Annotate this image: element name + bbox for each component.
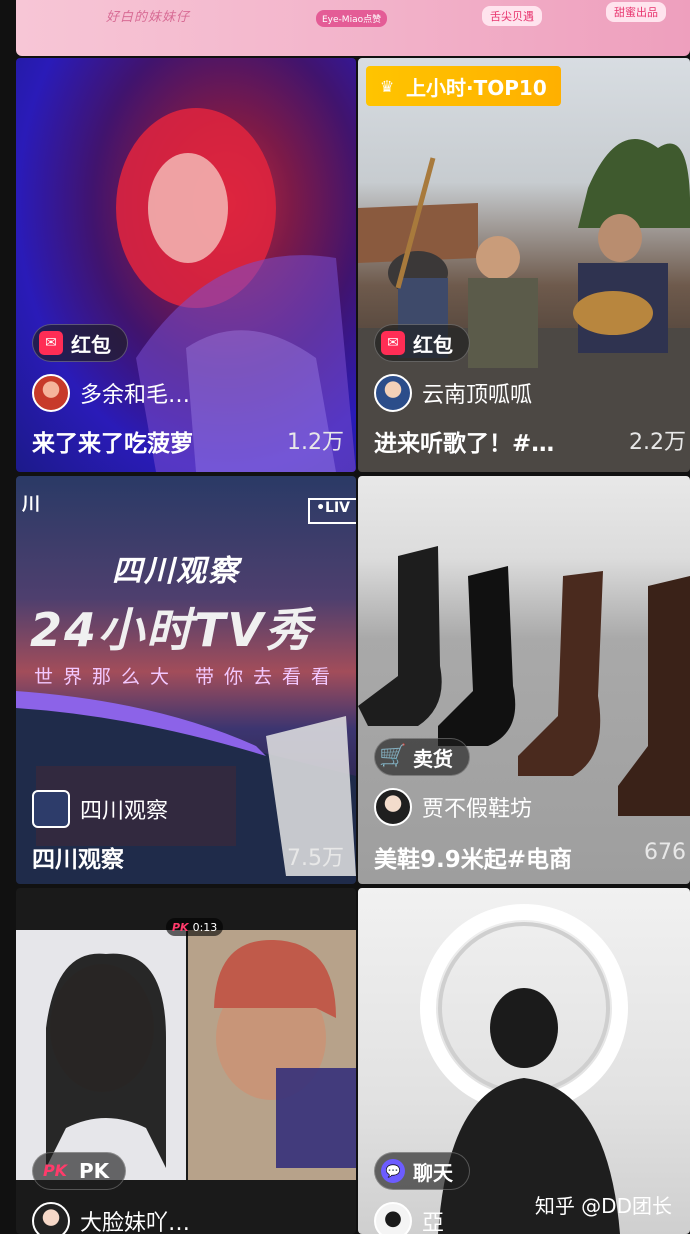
viewer-count: 2.2万 xyxy=(629,430,686,455)
avatar xyxy=(32,374,70,412)
poster-subtitle: 世界那么大 带你去看看 xyxy=(34,666,341,688)
avatar xyxy=(374,374,412,412)
badge: ✉ 红包 xyxy=(374,324,470,362)
streamer-name: 四川观察 xyxy=(80,799,169,824)
streamer-name: 多余和毛… xyxy=(80,383,191,408)
live-card[interactable]: 💬 聊天 亞 xyxy=(358,888,690,1234)
banner-script-text: 好白的妹妹仔 xyxy=(106,10,191,25)
streamer-info[interactable]: 云南顶呱呱 xyxy=(374,374,532,412)
channel-logo: 川 xyxy=(22,494,40,515)
live-card[interactable]: PK 0:13 PK PK 大脸妹吖… xyxy=(16,888,356,1234)
pk-timer-value: 0:13 xyxy=(192,920,218,934)
badge: PK PK xyxy=(32,1152,127,1190)
badge: 🛒 卖货 xyxy=(374,738,470,776)
streamer-info[interactable]: 亞 xyxy=(374,1202,444,1234)
rank-tag: ♛ 上小时·TOP10 xyxy=(366,66,561,106)
live-card[interactable]: 🛒 卖货 贾不假鞋坊 美鞋9.9米起#电商 676 xyxy=(358,476,690,884)
live-title: 四川观察 xyxy=(32,847,124,873)
live-title: 来了来了吃菠萝 xyxy=(32,431,193,457)
streamer-name: 亞 xyxy=(422,1211,445,1234)
avatar xyxy=(32,790,70,828)
watermark: 知乎 @DD团长 xyxy=(534,1194,672,1218)
shopping-cart-icon: 🛒 xyxy=(379,744,407,769)
viewer-count: 676 xyxy=(644,840,686,865)
badge-label: 卖货 xyxy=(413,746,453,771)
banner-tag: Eye-Miao点赞 xyxy=(316,10,388,27)
poster-headline: 四川观察 xyxy=(112,554,240,589)
live-card[interactable]: ✉ 红包 多余和毛… 来了来了吃菠萝 1.2万 xyxy=(16,58,356,472)
top-banner-card[interactable]: 好白的妹妹仔 Eye-Miao点赞 舌尖贝遇 甜蜜出品 xyxy=(16,0,690,56)
avatar xyxy=(374,788,412,826)
live-title: 美鞋9.9米起#电商 xyxy=(374,847,573,873)
avatar xyxy=(32,1202,70,1234)
badge-label: PK xyxy=(79,1159,110,1183)
pk-timer: PK 0:13 xyxy=(166,918,224,936)
streamer-name: 贾不假鞋坊 xyxy=(422,797,533,822)
viewer-count: 1.2万 xyxy=(287,430,344,455)
red-envelope-icon: ✉ xyxy=(381,331,405,355)
live-card[interactable]: ♛ 上小时·TOP10 ✉ 红包 云南顶呱呱 进来听歌了！#… 2.2万 xyxy=(358,58,690,472)
live-title: 进来听歌了！#… xyxy=(374,431,555,457)
pk-icon: PK xyxy=(172,920,189,934)
streamer-info[interactable]: 多余和毛… xyxy=(32,374,190,412)
red-envelope-icon: ✉ xyxy=(39,331,63,355)
streamer-info[interactable]: 贾不假鞋坊 xyxy=(374,788,532,826)
live-indicator: •LIV xyxy=(308,498,356,524)
chat-icon: 💬 xyxy=(381,1159,405,1183)
banner-tag: 舌尖贝遇 xyxy=(482,6,542,26)
live-card[interactable]: •LIV 川 四川观察 24小时TV秀 世界那么大 带你去看看 四川观察 四川观… xyxy=(16,476,356,884)
badge: ✉ 红包 xyxy=(32,324,128,362)
badge-label: 红包 xyxy=(413,332,453,357)
streamer-info[interactable]: 大脸妹吖… xyxy=(32,1202,190,1234)
badge: 💬 聊天 xyxy=(374,1152,470,1190)
pk-icon: PK xyxy=(42,1161,68,1180)
rank-tag-label: 上小时·TOP10 xyxy=(406,75,547,100)
banner-tag: 甜蜜出品 xyxy=(606,2,666,22)
badge-label: 红包 xyxy=(71,332,111,357)
streamer-name: 云南顶呱呱 xyxy=(422,383,533,408)
streamer-info[interactable]: 四川观察 xyxy=(32,790,168,828)
crown-icon: ♛ xyxy=(379,76,395,96)
avatar xyxy=(374,1202,412,1234)
viewer-count: 7.5万 xyxy=(287,846,344,871)
streamer-name: 大脸妹吖… xyxy=(80,1211,191,1234)
badge-label: 聊天 xyxy=(413,1160,453,1185)
poster-title: 24小时TV秀 xyxy=(30,603,313,657)
